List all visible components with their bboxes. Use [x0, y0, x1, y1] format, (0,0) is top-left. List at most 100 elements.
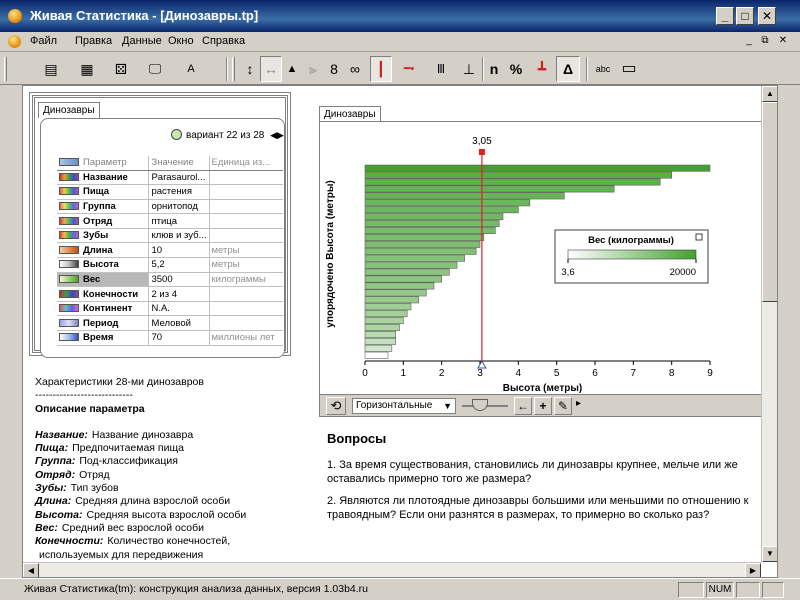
card-view-icon[interactable]: ▤: [38, 56, 64, 82]
arrow-left-icon[interactable]: ←: [514, 397, 532, 415]
dice-icon[interactable]: ⚄: [108, 56, 134, 82]
close-button[interactable]: ✕: [758, 7, 776, 25]
next-variant-button[interactable]: ▶: [277, 130, 284, 140]
unit-cell[interactable]: метры: [208, 242, 283, 259]
chart-bar[interactable]: [364, 282, 435, 290]
unit-cell[interactable]: метры: [208, 257, 283, 273]
chart-bar[interactable]: [364, 261, 458, 269]
chart-bar[interactable]: [364, 296, 419, 304]
table-row[interactable]: Вес 3500 килограммы: [57, 272, 283, 288]
chart-bar[interactable]: [364, 233, 485, 241]
doc-close-button[interactable]: ✕: [776, 35, 790, 48]
table-row[interactable]: Зубы клюв и зуб...: [57, 228, 283, 244]
scroll-up-icon[interactable]: ▲: [762, 86, 777, 102]
abc-label-icon[interactable]: abc: [592, 56, 614, 82]
scroll-down-icon[interactable]: ▼: [762, 546, 777, 562]
n-count-icon[interactable]: n: [486, 56, 502, 82]
menu-window[interactable]: Окно: [168, 35, 194, 47]
vertical-arrow-icon[interactable]: ↕: [240, 56, 260, 82]
value-cell[interactable]: 5,2: [148, 257, 209, 273]
chart-tab[interactable]: Динозавры: [319, 106, 381, 122]
pyramid-icon[interactable]: ▲: [282, 56, 302, 82]
parameter-cell[interactable]: Высота: [57, 257, 149, 273]
chart-bar[interactable]: [364, 268, 450, 276]
chart-bar[interactable]: [364, 247, 477, 255]
chart-bar[interactable]: [364, 324, 400, 331]
value-cell[interactable]: клюв и зуб...: [148, 228, 209, 244]
chart-bar[interactable]: [364, 164, 711, 172]
unit-cell[interactable]: [208, 213, 283, 229]
parameter-cell[interactable]: Вес: [57, 272, 149, 288]
line-red-icon[interactable]: ━•: [394, 56, 424, 82]
value-cell[interactable]: 70: [148, 330, 209, 346]
value-cell[interactable]: 2 из 4: [148, 286, 209, 302]
scroll-left-icon[interactable]: ◀: [23, 563, 39, 577]
table-row[interactable]: Длина 10 метры: [57, 242, 283, 259]
percent-icon[interactable]: %: [506, 56, 526, 82]
unit-cell[interactable]: [208, 315, 283, 332]
chart-bar[interactable]: [364, 310, 408, 318]
table-row[interactable]: Отряд птица: [57, 213, 283, 229]
marker-pointer-icon[interactable]: [477, 359, 487, 369]
chain-vertical-icon[interactable]: 8: [326, 56, 342, 82]
value-cell[interactable]: Меловой: [148, 315, 209, 332]
column-header-value[interactable]: Значение: [148, 156, 209, 171]
doc-minimize-button[interactable]: _: [742, 35, 756, 48]
chart-bar[interactable]: [364, 344, 393, 352]
toolbar-grip[interactable]: [4, 57, 7, 81]
unit-cell[interactable]: [208, 301, 283, 317]
scroll-right-icon[interactable]: ▶: [745, 563, 761, 577]
scroll-thumb[interactable]: [762, 102, 777, 302]
chevron-down-icon[interactable]: ▼: [443, 399, 452, 413]
value-cell[interactable]: Parasaurol...: [148, 170, 209, 186]
unit-cell[interactable]: [208, 199, 283, 215]
brackets-icon[interactable]: Ⅲ: [428, 56, 454, 82]
menu-help[interactable]: Справка: [202, 35, 245, 47]
chart-bar[interactable]: [364, 178, 661, 186]
table-row[interactable]: Период Меловой: [57, 315, 283, 332]
prev-variant-button[interactable]: ◀: [270, 130, 277, 140]
parameter-cell[interactable]: Пища: [57, 184, 149, 200]
legend-icon[interactable]: ▭: [618, 56, 640, 82]
base-red-icon[interactable]: ┻: [532, 56, 552, 82]
plus-icon[interactable]: +: [534, 397, 552, 415]
parameter-cell[interactable]: Длина: [57, 242, 149, 259]
table-row[interactable]: Высота 5,2 метры: [57, 257, 283, 273]
pencil-icon[interactable]: ✎: [554, 397, 572, 415]
chart-bar[interactable]: [364, 192, 565, 200]
parameter-cell[interactable]: Континент: [57, 301, 149, 317]
table-row[interactable]: Пища растения: [57, 184, 283, 200]
unit-cell[interactable]: миллионы лет: [208, 330, 283, 346]
chart-bar[interactable]: [364, 171, 672, 179]
menu-file[interactable]: Файл: [30, 35, 57, 47]
table-row[interactable]: Название Parasaurol...: [57, 170, 283, 186]
value-cell[interactable]: 10: [148, 242, 209, 259]
menu-data[interactable]: Данные: [122, 35, 162, 47]
sheet-tab[interactable]: Динозавры: [38, 102, 100, 118]
table-view-icon[interactable]: ▦: [74, 56, 100, 82]
zoom-slider-thumb[interactable]: [472, 399, 488, 411]
chart-bar[interactable]: [364, 330, 396, 338]
app-icon[interactable]: [8, 9, 22, 23]
menu-edit[interactable]: Правка: [75, 35, 112, 47]
value-cell[interactable]: растения: [148, 184, 209, 200]
document-icon[interactable]: [8, 35, 21, 48]
toolbar-grip-2[interactable]: [232, 57, 235, 81]
table-row[interactable]: Конечности 2 из 4: [57, 286, 283, 302]
chart-bar[interactable]: [364, 185, 615, 193]
chart-bar[interactable]: [364, 275, 442, 283]
chart-bar[interactable]: [364, 227, 496, 234]
parameter-cell[interactable]: Конечности: [57, 286, 149, 302]
column-header-parameter[interactable]: Параметр: [57, 156, 149, 171]
more-arrow-icon[interactable]: ▸: [576, 398, 581, 409]
parameter-cell[interactable]: Название: [57, 170, 149, 186]
unit-cell[interactable]: [208, 286, 283, 302]
parameter-cell[interactable]: Группа: [57, 199, 149, 215]
parameter-cell[interactable]: Период: [57, 315, 149, 332]
chart-bar[interactable]: [364, 240, 481, 248]
chart-bar[interactable]: [364, 289, 427, 297]
delta-icon[interactable]: Δ: [556, 56, 580, 82]
chart-bar[interactable]: [364, 220, 500, 228]
vertical-scrollbar[interactable]: ▲ ▼: [761, 86, 777, 562]
marker-handle[interactable]: [478, 149, 485, 155]
